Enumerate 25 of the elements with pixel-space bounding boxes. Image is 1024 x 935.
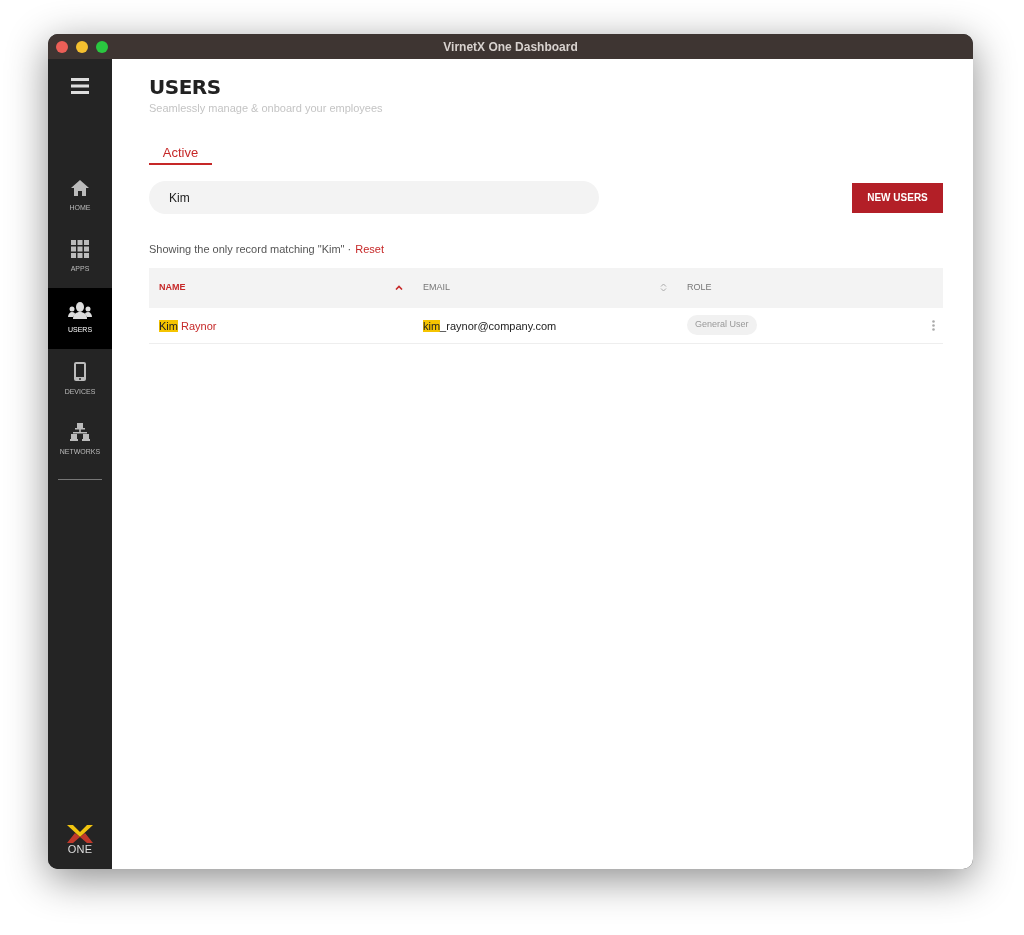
column-header[interactable]: ROLE [687, 280, 712, 295]
new-users-button[interactable]: NEW USERS [852, 182, 943, 213]
close-button[interactable] [56, 40, 68, 53]
column-header[interactable]: EMAIL [423, 280, 450, 295]
network-icon [70, 423, 90, 442]
column-header[interactable]: NAME [159, 280, 186, 295]
user-name-link[interactable]: Kim Raynor [159, 320, 217, 332]
window-title: VirnetX One Dashboard [443, 38, 578, 56]
logo-text: ONE [67, 844, 93, 855]
zoom-button[interactable] [96, 40, 108, 53]
search-field[interactable]: Kim [149, 181, 599, 214]
grid-icon [71, 240, 89, 259]
menu-icon[interactable] [71, 78, 89, 94]
page-title: USERS [149, 75, 222, 100]
people-icon [68, 301, 92, 320]
role-tag: General User [687, 315, 757, 335]
logo-x-icon [67, 825, 93, 843]
sort-ascending-icon[interactable] [395, 285, 403, 290]
phone-icon [74, 361, 86, 381]
tab[interactable]: Active [149, 142, 212, 165]
reset-link[interactable]: Reset [355, 241, 384, 258]
home-icon [71, 179, 89, 198]
page-subtitle: Seamlessly manage & onboard your employees [149, 101, 384, 116]
minimize-button[interactable] [76, 40, 88, 53]
results-summary: Showing the only record matching "Kim" · [149, 242, 352, 257]
